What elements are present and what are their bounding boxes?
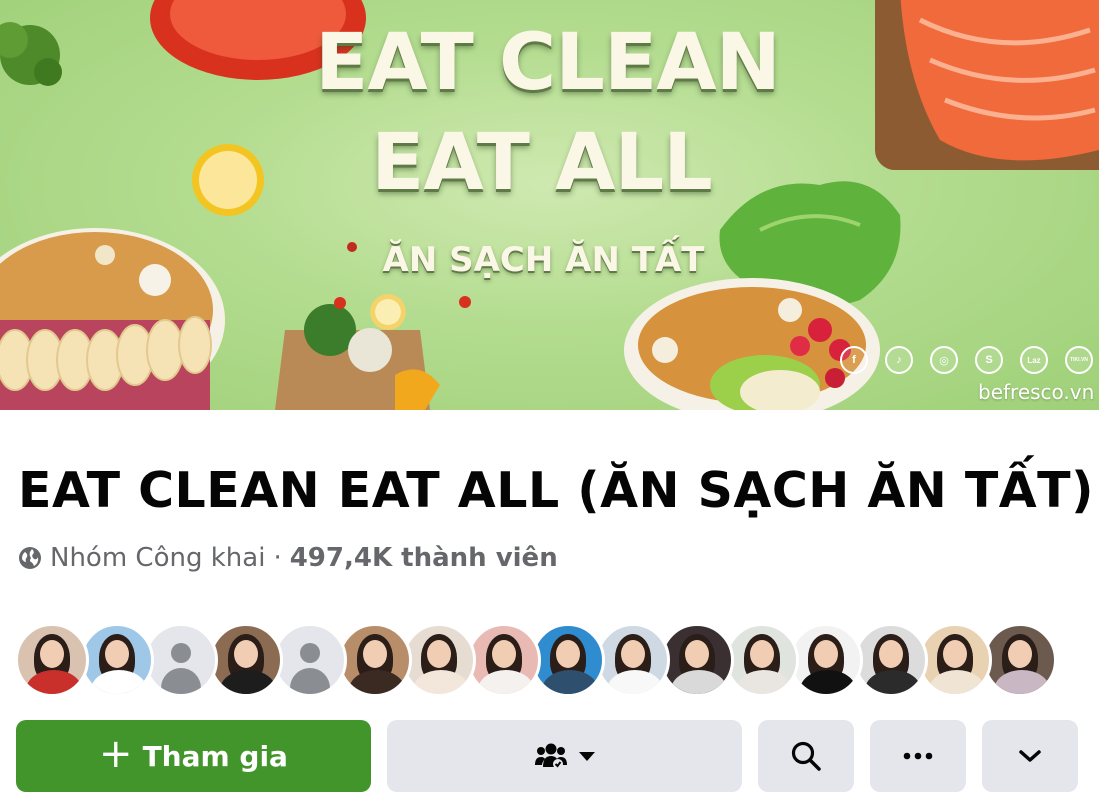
default-avatar-body [290, 668, 330, 694]
cover-subtitle: ĂN SẠCH ĂN TẤT [382, 240, 705, 280]
more-dots-icon [903, 752, 933, 760]
avatar-face [943, 640, 967, 668]
more-options-button[interactable] [870, 720, 966, 792]
member-avatar[interactable] [79, 623, 154, 697]
avatar-face [233, 640, 258, 668]
plus-icon: + [99, 731, 133, 777]
avatar-shoulders [348, 670, 405, 694]
search-group-button[interactable] [758, 720, 854, 792]
join-group-button[interactable]: + Tham gia [16, 720, 371, 792]
facebook-icon: f [840, 346, 868, 374]
avatar-shoulders [90, 670, 147, 694]
search-icon [791, 741, 821, 771]
instagram-icon: ◎ [930, 346, 958, 374]
globe-icon [19, 547, 41, 569]
join-button-label: Tham gia [142, 739, 288, 773]
avatar-shoulders [993, 670, 1050, 694]
tiktok-icon: ♪ [885, 346, 913, 374]
member-avatar[interactable] [208, 623, 283, 697]
expand-header-button[interactable] [982, 720, 1078, 792]
avatar-face [1007, 640, 1032, 668]
avatar-shoulders [542, 670, 598, 694]
avatar-face [749, 640, 774, 668]
chevron-down-icon [1019, 750, 1041, 762]
group-meta: Nhóm Công khai · 497,4K thành viên [18, 543, 558, 573]
member-avatar[interactable] [273, 623, 347, 697]
cover-social-icons: f ♪ ◎ S Laz TIKI.VN [840, 346, 1093, 374]
avatar-shoulders [477, 670, 534, 694]
member-avatar[interactable] [144, 623, 218, 697]
member-avatar[interactable] [918, 623, 992, 697]
member-avatar-list [15, 623, 1057, 697]
people-group-icon [534, 743, 567, 769]
avatar-face [491, 640, 516, 668]
member-avatar[interactable] [982, 623, 1057, 697]
avatar-shoulders [864, 670, 921, 694]
avatar-shoulders [606, 670, 663, 694]
member-avatar[interactable] [724, 623, 799, 697]
meta-separator: · [273, 543, 282, 573]
avatar-face [362, 640, 387, 668]
avatar-shoulders [26, 670, 82, 694]
member-avatar[interactable] [402, 623, 476, 697]
avatar-face [685, 640, 709, 668]
avatar-face [427, 640, 451, 668]
avatar-shoulders [929, 670, 985, 694]
tiki-icon: TIKI.VN [1065, 346, 1093, 374]
avatar-face [556, 640, 580, 668]
member-avatar[interactable] [660, 623, 734, 697]
member-avatar[interactable] [595, 623, 670, 697]
avatar-face [878, 640, 903, 668]
member-avatar[interactable] [789, 623, 863, 697]
group-cover-photo[interactable]: EAT CLEAN EAT ALL ĂN SẠCH ĂN TẤT f ♪ ◎ S… [0, 0, 1099, 410]
default-avatar-icon [300, 643, 320, 663]
member-avatar[interactable] [337, 623, 412, 697]
member-avatar[interactable] [15, 623, 89, 697]
member-count[interactable]: 497,4K thành viên [290, 543, 558, 573]
avatar-shoulders [800, 670, 856, 694]
avatar-face [104, 640, 129, 668]
group-privacy[interactable]: Nhóm Công khai [50, 543, 265, 573]
member-avatar[interactable] [466, 623, 541, 697]
shopee-icon: S [975, 346, 1003, 374]
invite-members-button[interactable] [387, 720, 742, 792]
cover-title-line2: EAT ALL [371, 118, 713, 208]
caret-down-icon [578, 752, 595, 761]
default-avatar-body [161, 668, 201, 694]
avatar-shoulders [671, 670, 727, 694]
avatar-face [814, 640, 838, 668]
avatar-shoulders [413, 670, 469, 694]
avatar-shoulders [219, 670, 276, 694]
cover-title-line1: EAT CLEAN [315, 18, 781, 108]
avatar-face [40, 640, 64, 668]
cover-website-text: befresco.vn [978, 380, 1095, 404]
avatar-shoulders [735, 670, 792, 694]
avatar-face [620, 640, 645, 668]
group-name[interactable]: EAT CLEAN EAT ALL (ĂN SẠCH ĂN TẤT) [18, 462, 1094, 519]
member-avatar[interactable] [531, 623, 605, 697]
default-avatar-icon [171, 643, 191, 663]
lazada-icon: Laz [1020, 346, 1048, 374]
member-avatar[interactable] [853, 623, 928, 697]
